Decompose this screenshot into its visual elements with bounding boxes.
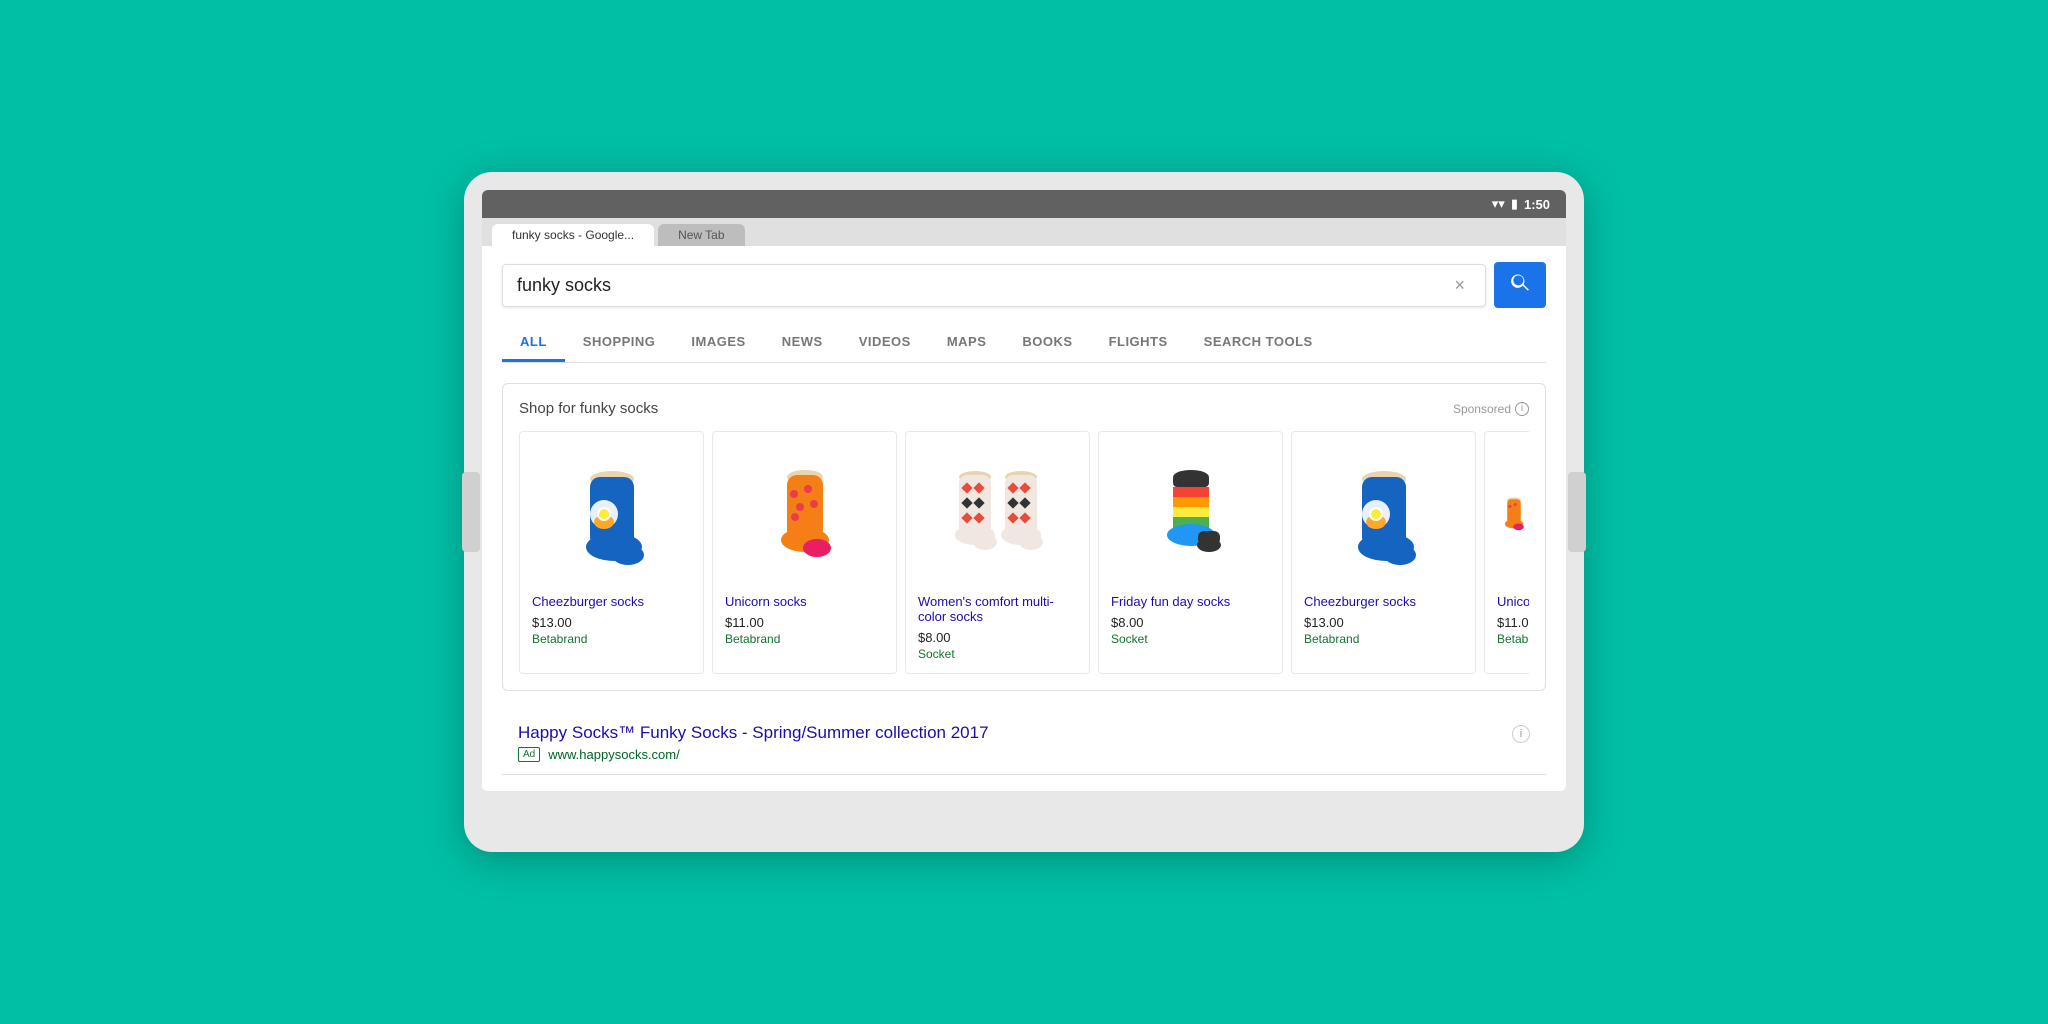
product-store: Betabrand: [725, 632, 884, 646]
product-card-partial[interactable]: Unicor... $11.00 Betabr...: [1484, 431, 1529, 674]
tab-images[interactable]: IMAGES: [673, 324, 763, 362]
ad-badge: Ad: [518, 747, 540, 762]
ad-url-row: Ad www.happysocks.com/: [518, 747, 989, 762]
product-image: [1304, 444, 1463, 584]
tab-new[interactable]: New Tab: [658, 224, 744, 246]
product-card[interactable]: Cheezburger socks $13.00 Betabrand: [519, 431, 704, 674]
browser-tabs: funky socks - Google... New Tab: [482, 218, 1566, 246]
unicorn2-sock-svg: [1497, 449, 1529, 579]
sponsored-info-icon[interactable]: i: [1515, 402, 1529, 416]
search-icon: [1510, 272, 1530, 292]
tab-flights[interactable]: FLIGHTS: [1091, 324, 1186, 362]
product-price: $13.00: [532, 615, 691, 630]
tablet: ▾▾ ▮ 1:50 funky socks - Google... New Ta…: [464, 172, 1584, 852]
tab-books[interactable]: BOOKS: [1004, 324, 1090, 362]
clear-button[interactable]: ×: [1448, 275, 1471, 296]
tab-news[interactable]: NEWS: [764, 324, 841, 362]
search-bar-row: funky socks ×: [502, 262, 1546, 308]
product-store: Socket: [918, 647, 1077, 661]
product-store: Socket: [1111, 632, 1270, 646]
tab-maps[interactable]: MAPS: [929, 324, 1005, 362]
product-image: [532, 444, 691, 584]
product-price: $13.00: [1304, 615, 1463, 630]
tab-all[interactable]: ALL: [502, 324, 565, 362]
shop-title: Shop for funky socks: [519, 400, 658, 417]
product-image: [1497, 444, 1529, 584]
product-name[interactable]: Cheezburger socks: [532, 594, 691, 609]
sponsored-label: Sponsored i: [1453, 402, 1529, 416]
product-price: $8.00: [918, 630, 1077, 645]
product-name[interactable]: Cheezburger socks: [1304, 594, 1463, 609]
ad-url[interactable]: www.happysocks.com/: [548, 747, 680, 762]
battery-icon: ▮: [1511, 196, 1518, 212]
ad-title[interactable]: Happy Socks™ Funky Socks - Spring/Summer…: [518, 723, 989, 743]
search-box: funky socks ×: [502, 264, 1486, 307]
status-icons: ▾▾ ▮ 1:50: [1492, 196, 1550, 212]
product-store: Betabrand: [1304, 632, 1463, 646]
speaker-left: [462, 472, 480, 552]
product-store: Betabrand: [532, 632, 691, 646]
browser-content: funky socks × ALL SHOPPING IMAGES NEWS V…: [482, 246, 1566, 791]
product-name[interactable]: Women's comfort multi-color socks: [918, 594, 1077, 624]
info-icon[interactable]: i: [1512, 725, 1530, 743]
wifi-icon: ▾▾: [1492, 196, 1505, 212]
product-name[interactable]: Friday fun day socks: [1111, 594, 1270, 609]
friday-sock-svg: [1146, 449, 1236, 579]
unicorn-sock-svg: [760, 449, 850, 579]
nav-tabs: ALL SHOPPING IMAGES NEWS VIDEOS MAPS BOO…: [502, 324, 1546, 363]
product-price: $11.00: [1497, 615, 1529, 630]
search-button[interactable]: [1494, 262, 1546, 308]
products-row: Cheezburger socks $13.00 Betabrand: [519, 431, 1529, 674]
product-card[interactable]: Cheezburger socks $13.00 Betabrand: [1291, 431, 1476, 674]
product-name[interactable]: Unicor...: [1497, 594, 1529, 609]
product-image: [918, 444, 1077, 584]
product-card[interactable]: Unicorn socks $11.00 Betabrand: [712, 431, 897, 674]
product-card[interactable]: Women's comfort multi-color socks $8.00 …: [905, 431, 1090, 674]
shop-section: Shop for funky socks Sponsored i: [502, 383, 1546, 691]
tab-shopping[interactable]: SHOPPING: [565, 324, 674, 362]
tab-videos[interactable]: VIDEOS: [841, 324, 929, 362]
search-query: funky socks: [517, 275, 1448, 296]
speaker-right: [1568, 472, 1586, 552]
product-price: $8.00: [1111, 615, 1270, 630]
product-name[interactable]: Unicorn socks: [725, 594, 884, 609]
product-card[interactable]: Friday fun day socks $8.00 Socket: [1098, 431, 1283, 674]
cheezburger2-sock-svg: [1334, 449, 1434, 579]
shop-header: Shop for funky socks Sponsored i: [519, 400, 1529, 417]
cheezburger-sock-svg: [562, 449, 662, 579]
status-bar: ▾▾ ▮ 1:50: [482, 190, 1566, 218]
tab-search[interactable]: funky socks - Google...: [492, 224, 654, 246]
product-image: [1111, 444, 1270, 584]
time-display: 1:50: [1524, 197, 1550, 212]
product-store: Betabr...: [1497, 632, 1529, 646]
tab-search-tools[interactable]: SEARCH TOOLS: [1186, 324, 1331, 362]
browser-window: ▾▾ ▮ 1:50 funky socks - Google... New Ta…: [482, 190, 1566, 791]
ad-result: Happy Socks™ Funky Socks - Spring/Summer…: [502, 711, 1546, 775]
product-image: [725, 444, 884, 584]
product-price: $11.00: [725, 615, 884, 630]
comfort-sock-svg: [943, 449, 1053, 579]
